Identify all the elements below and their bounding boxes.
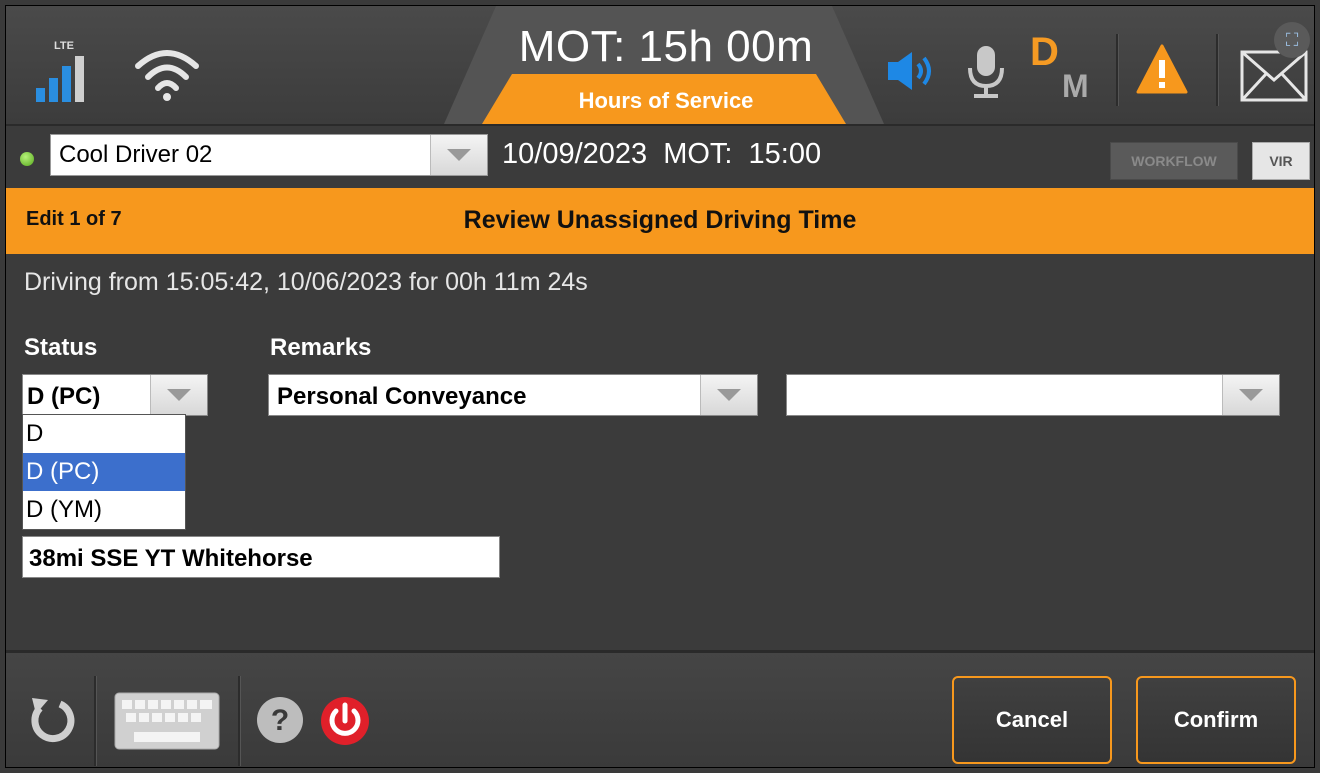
status-option[interactable]: D (YM) xyxy=(23,491,185,529)
chevron-down-icon xyxy=(717,389,741,401)
driver-select[interactable]: Cool Driver 02 xyxy=(50,134,488,176)
mail-icon[interactable] xyxy=(1240,50,1308,102)
chevron-down-icon xyxy=(1239,389,1263,401)
top-divider xyxy=(1216,34,1219,106)
status-select-value: D (PC) xyxy=(27,383,101,410)
chevron-down-icon xyxy=(447,149,471,161)
status-label: Status xyxy=(24,334,98,361)
location-field[interactable]: 38mi SSE YT Whitehorse xyxy=(22,536,500,578)
cancel-button[interactable]: Cancel xyxy=(952,676,1112,764)
vir-button[interactable]: VIR xyxy=(1252,142,1310,180)
status-options-list: D D (PC) D (YM) xyxy=(22,414,186,530)
status-option[interactable]: D xyxy=(23,415,185,453)
status-option-selected[interactable]: D (PC) xyxy=(23,453,185,491)
screenshot-icon[interactable]: ⛶ xyxy=(1274,22,1310,58)
driver-dropdown-button[interactable] xyxy=(430,135,487,175)
help-glyph: ? xyxy=(271,704,289,737)
driving-summary: Driving from 15:05:42, 10/06/2023 for 00… xyxy=(24,268,588,296)
location-value: 38mi SSE YT Whitehorse xyxy=(29,545,313,572)
remarks-select-value: Personal Conveyance xyxy=(277,383,527,410)
status-select[interactable]: D (PC) xyxy=(22,374,208,416)
status-dropdown-button[interactable] xyxy=(150,375,207,415)
remarks-secondary-dropdown-button[interactable] xyxy=(1222,375,1279,415)
edit-header: Review Unassigned Driving Time Edit 1 of… xyxy=(6,188,1314,254)
duty-mode-m[interactable]: M xyxy=(1062,68,1089,105)
status-led xyxy=(20,152,34,166)
wifi-icon[interactable] xyxy=(134,46,200,102)
speaker-icon[interactable] xyxy=(886,50,936,92)
top-divider xyxy=(1116,34,1119,106)
power-icon[interactable] xyxy=(320,696,370,746)
warning-icon[interactable] xyxy=(1136,44,1188,94)
edit-counter: Edit 1 of 7 xyxy=(26,208,122,230)
signal-icon xyxy=(36,56,84,102)
app-window: LTE MOT: 15h 00m Hours of Service D M ⛶ … xyxy=(6,6,1314,767)
remarks-dropdown-button[interactable] xyxy=(700,375,757,415)
current-date: 10/09/2023 xyxy=(502,138,648,170)
remarks-label: Remarks xyxy=(270,334,372,361)
keyboard-icon[interactable] xyxy=(114,692,220,750)
microphone-icon[interactable] xyxy=(966,44,1006,102)
mot-countdown: MOT: 15h 00m xyxy=(518,22,814,71)
chevron-down-icon xyxy=(167,389,191,401)
bottom-divider xyxy=(94,676,97,766)
driver-name: Cool Driver 02 xyxy=(59,141,213,168)
lte-label: LTE xyxy=(54,40,74,52)
mot-time: MOT: 15:00 xyxy=(663,138,822,170)
duty-mode-d[interactable]: D xyxy=(1030,30,1059,75)
date-mot-readout: 10/09/2023 MOT: 15:00 xyxy=(502,138,821,171)
remarks-select[interactable]: Personal Conveyance xyxy=(268,374,758,416)
workflow-button[interactable]: WORKFLOW xyxy=(1110,142,1238,180)
bottom-divider xyxy=(238,676,241,766)
undo-icon[interactable] xyxy=(26,694,78,746)
edit-title: Review Unassigned Driving Time xyxy=(463,206,857,234)
confirm-button[interactable]: Confirm xyxy=(1136,676,1296,764)
hours-of-service-tab[interactable]: Hours of Service xyxy=(496,88,836,114)
remarks-secondary-select[interactable] xyxy=(786,374,1280,416)
help-icon[interactable]: ? xyxy=(256,696,304,744)
